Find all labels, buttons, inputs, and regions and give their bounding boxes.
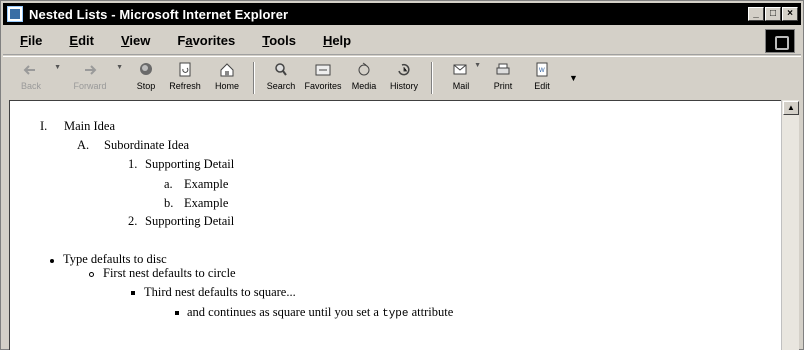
windows-logo-icon <box>765 29 795 53</box>
bullet-item-square: Third nest defaults to square... <box>144 285 296 299</box>
mail-button[interactable]: Mail ▼ <box>439 58 483 98</box>
bullet-item-circle: First nest defaults to circle <box>103 266 236 280</box>
search-label: Search <box>266 80 296 91</box>
forward-button[interactable]: Forward ▼ <box>65 58 123 98</box>
home-icon <box>220 62 234 76</box>
back-dropdown-icon[interactable]: ▼ <box>54 64 61 71</box>
menu-file-label: ile <box>27 33 43 48</box>
menu-file-accel: F <box>20 33 28 48</box>
refresh-label: Refresh <box>169 80 201 91</box>
history-label: History <box>389 80 418 91</box>
favorites-label: Favorites <box>304 80 342 91</box>
close-button[interactable]: × <box>782 7 798 21</box>
toolbar-separator <box>253 61 255 94</box>
forward-dropdown-icon[interactable]: ▼ <box>116 64 123 71</box>
window-title: Nested Lists - Microsoft Internet Explor… <box>29 6 289 22</box>
outline-item-supporting-detail: Supporting Detail <box>145 157 235 171</box>
window-controls: _ □ × <box>748 7 798 21</box>
outline-item-subordinate-idea: Subordinate Idea <box>104 138 190 152</box>
bullet-item-text: and continues as square until you set a <box>187 305 383 319</box>
media-label: Media <box>351 80 377 91</box>
back-button[interactable]: Back ▼ <box>9 58 61 98</box>
print-label: Print <box>493 80 513 91</box>
search-icon <box>275 62 287 76</box>
outline-marker-lower-alpha: b. <box>164 196 174 210</box>
outline-marker-alpha: A. <box>77 138 90 152</box>
ie-app-icon[interactable] <box>7 6 23 22</box>
history-icon <box>398 63 410 75</box>
circle-bullet-icon <box>89 272 94 277</box>
menu-favorites[interactable]: Favorites <box>160 33 245 48</box>
refresh-button[interactable]: Refresh <box>163 58 207 98</box>
menu-help-accel: H <box>322 33 333 48</box>
edit-label: Edit <box>534 80 550 91</box>
edit-icon: W <box>536 62 548 76</box>
outline-item-main-idea: Main Idea <box>64 119 116 133</box>
menu-favorites-accel: a <box>185 33 193 48</box>
menu-edit-label: dit <box>78 33 94 48</box>
square-bullet-icon <box>175 311 179 315</box>
standard-toolbar: Back ▼ Forward ▼ Stop Refresh Home Searc… <box>3 56 801 98</box>
mail-icon <box>453 64 467 74</box>
favorites-button[interactable]: Favorites <box>301 58 345 98</box>
browser-window: Nested Lists - Microsoft Internet Explor… <box>0 0 804 350</box>
home-button[interactable]: Home <box>207 58 247 98</box>
menu-edit[interactable]: Edit <box>52 33 104 48</box>
home-label: Home <box>214 80 239 91</box>
menu-bar: File Edit View Favorites Tools Help <box>3 27 801 55</box>
menu-view-label: iew <box>129 33 151 48</box>
menu-help-label: elp <box>332 33 352 48</box>
menu-file[interactable]: File <box>3 33 52 48</box>
print-icon <box>496 63 510 74</box>
stop-icon <box>140 62 152 75</box>
media-icon <box>358 62 370 75</box>
scroll-up-arrow-icon[interactable]: ▲ <box>783 101 799 115</box>
title-bar[interactable]: Nested Lists - Microsoft Internet Explor… <box>3 3 801 25</box>
code-type-attribute: type <box>382 308 409 320</box>
menu-tools-label: ools <box>269 33 296 48</box>
svg-text:W: W <box>539 68 545 74</box>
menu-edit-accel: E <box>69 33 79 48</box>
media-button[interactable]: Media <box>345 58 383 98</box>
mail-label: Mail <box>452 80 470 91</box>
print-button[interactable]: Print <box>483 58 523 98</box>
maximize-button[interactable]: □ <box>765 7 781 21</box>
back-arrow-icon <box>23 64 35 75</box>
menu-favorites-label: vorites <box>192 33 236 48</box>
outline-marker-number: 2. <box>128 214 138 228</box>
outline-item-example: Example <box>184 177 229 191</box>
toolbar-more-icon[interactable]: ▼ <box>569 73 578 83</box>
bullet-item-square-continued: and continues as square until you set a … <box>187 305 453 320</box>
bullet-item-text: attribute <box>408 305 454 319</box>
outline-item-supporting-detail: Supporting Detail <box>145 214 235 228</box>
menu-tools[interactable]: Tools <box>245 33 306 48</box>
favorites-icon <box>315 64 331 75</box>
search-button[interactable]: Search <box>261 58 301 98</box>
bullet-item-disc: Type defaults to disc <box>63 252 167 266</box>
square-bullet-icon <box>131 291 135 295</box>
page-viewport: I. Main Idea A. Subordinate Idea 1. Supp… <box>9 100 781 350</box>
mail-dropdown-icon[interactable]: ▼ <box>474 62 481 69</box>
document-body: I. Main Idea A. Subordinate Idea 1. Supp… <box>10 101 781 350</box>
forward-label: Forward <box>73 80 107 91</box>
disc-bullet-icon <box>50 259 54 263</box>
vertical-scrollbar[interactable]: ▲ <box>781 100 799 350</box>
menu-help[interactable]: Help <box>306 33 361 48</box>
forward-arrow-icon <box>85 64 97 75</box>
outline-marker-lower-alpha: a. <box>164 177 173 191</box>
menu-view[interactable]: View <box>104 33 160 48</box>
back-label: Back <box>20 80 41 91</box>
outline-marker-number: 1. <box>128 157 138 171</box>
outline-item-example: Example <box>184 196 229 210</box>
history-button[interactable]: History <box>383 58 425 98</box>
stop-button[interactable]: Stop <box>129 58 163 98</box>
minimize-button[interactable]: _ <box>748 7 764 21</box>
stop-label: Stop <box>136 80 156 91</box>
refresh-icon <box>179 62 191 76</box>
toolbar-separator <box>431 61 433 94</box>
outline-marker-roman: I. <box>40 119 48 133</box>
edit-button[interactable]: W Edit <box>523 58 561 98</box>
